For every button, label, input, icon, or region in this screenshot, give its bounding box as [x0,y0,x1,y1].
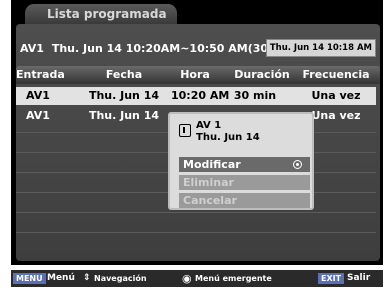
row-hora: 10:20 AM [171,89,230,102]
menu-label: Menú [47,273,75,283]
popup-date: Thu. Jun 14 [196,132,260,143]
row-entrada: AV1 [26,109,50,122]
modify-option[interactable]: Modificar [179,157,310,172]
modify-label: Modificar [183,158,241,171]
header-hora: Hora [180,68,210,81]
selected-radio-icon [293,160,302,169]
schedule-info: AV1 Thu. Jun 14 10:20AM~10:50 AM(30min) [20,42,296,55]
delete-option[interactable]: Eliminar [179,175,310,190]
delete-label: Eliminar [183,176,234,189]
header-frecuencia: Frecuencia [302,68,370,81]
info-icon [179,124,191,137]
footer-help-bar: MENU Menú ⇕ Navegación ◉ Menú emergente … [11,270,383,287]
header-duracion: Duración [234,68,290,81]
row-duracion: 30 min [233,89,277,102]
ok-button-icon: ◉ [182,272,192,285]
table-row[interactable]: AV1 Thu. Jun 14 10:20 AM 30 min Una vez [16,87,376,105]
info-schedule: Thu. Jun 14 10:20AM~10:50 AM(30min) [51,42,297,55]
popup-source: AV 1 [196,120,222,131]
exit-key[interactable]: EXIT [318,273,345,284]
info-source: AV1 [20,42,44,55]
row-fecha: Thu. Jun 14 [88,89,160,102]
header-fecha: Fecha [105,68,143,81]
row-frecuencia: Una vez [311,89,361,102]
empty-row [16,212,376,230]
popup-menu: AV 1 Thu. Jun 14 Modificar Eliminar Canc… [168,112,314,210]
header-entrada: Entrada [16,68,65,81]
table-header: Entrada Fecha Hora Duración Frecuencia [16,66,380,84]
popup-label: Menú emergente [195,274,272,283]
tv-screen: Lista programada AV1 Thu. Jun 14 10:20AM… [11,0,383,265]
row-entrada: AV1 [26,89,50,102]
cancel-label: Cancelar [183,194,237,207]
window-title: Lista programada [25,4,177,24]
nav-label: Navegación [94,274,147,283]
menu-key[interactable]: MENU [13,273,46,284]
current-time: Thu. Jun 14 10:18 AM [265,39,376,57]
row-fecha: Thu. Jun 14 [88,109,160,122]
cancel-option[interactable]: Cancelar [179,193,310,208]
updown-arrows-icon: ⇕ [83,273,91,283]
exit-label: Salir [347,273,371,283]
empty-row [16,232,376,250]
